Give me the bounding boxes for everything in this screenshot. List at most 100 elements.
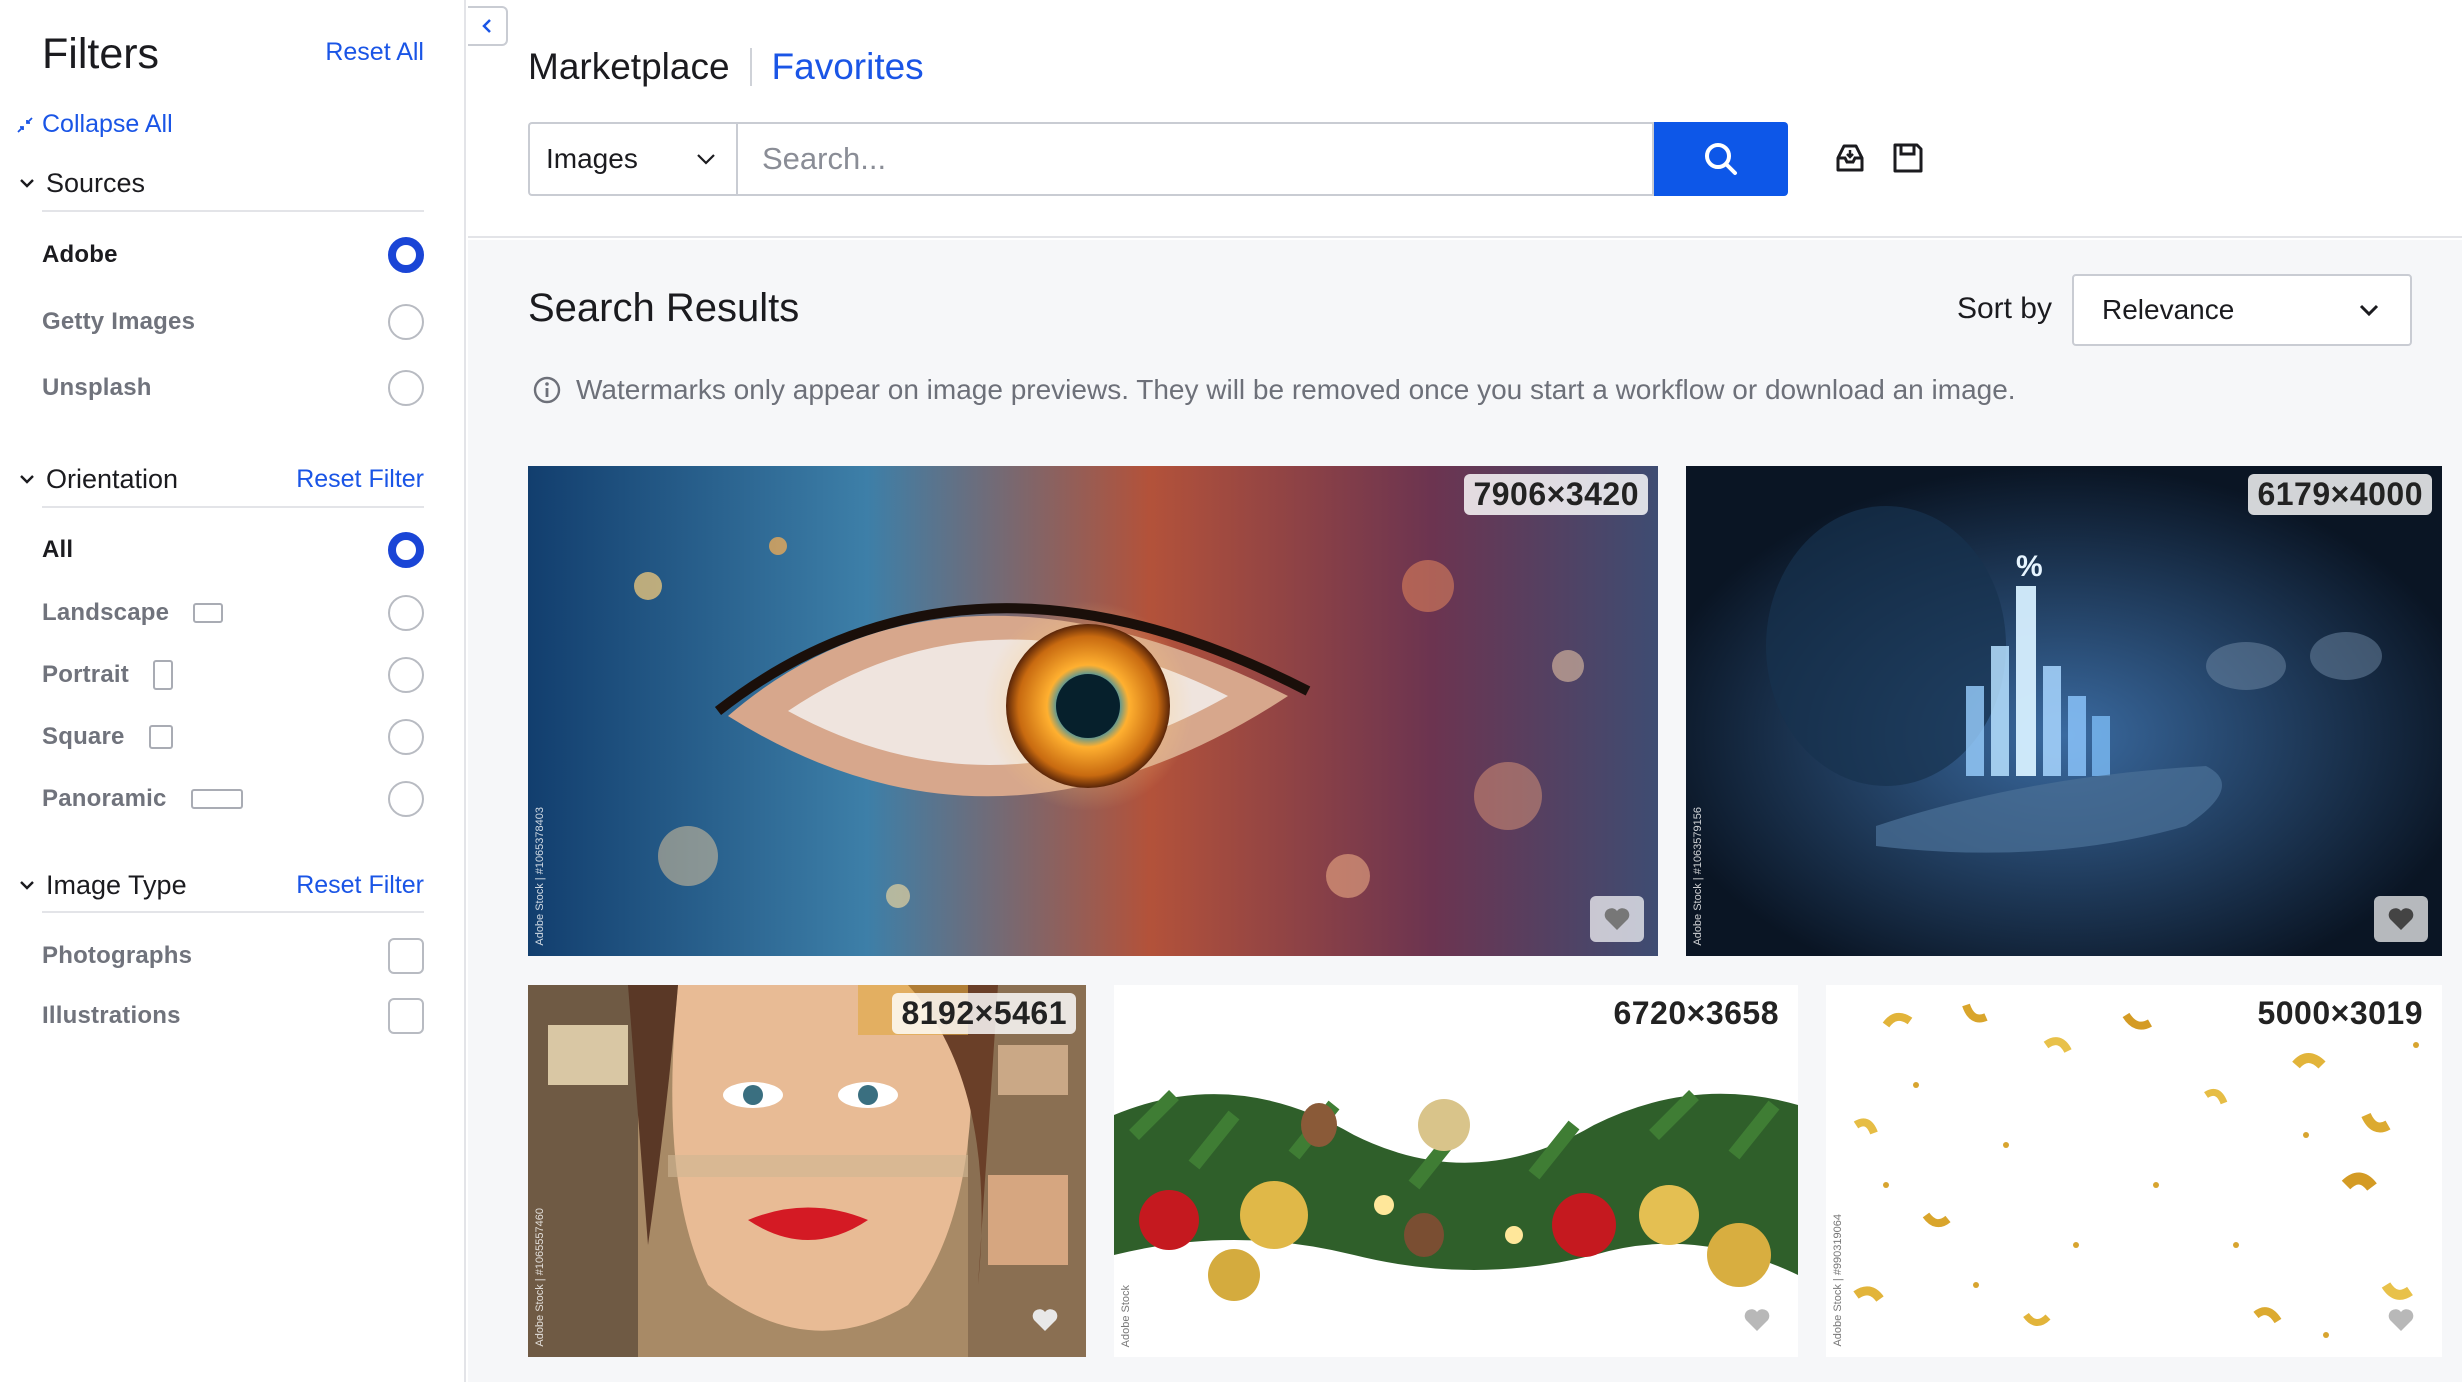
sort-select[interactable]: Relevance (2072, 274, 2412, 346)
source-label: Unsplash (42, 374, 152, 401)
breadcrumb-separator (749, 48, 752, 86)
landscape-shape-icon (193, 603, 224, 623)
radio-button[interactable] (388, 781, 424, 817)
checkbox[interactable] (388, 998, 424, 1034)
source-option-unsplash[interactable]: Unsplash (42, 368, 424, 408)
results-title: Search Results (528, 286, 800, 330)
orientation-option-label: Panoramic (42, 785, 167, 812)
divider (42, 210, 424, 212)
search-input[interactable] (736, 122, 1654, 196)
favorite-button[interactable] (1730, 1297, 1784, 1343)
radio-button[interactable] (388, 595, 424, 631)
christmas-garland-image (1114, 985, 1798, 1357)
orientation-section-header[interactable]: Orientation Reset Filter (16, 459, 424, 499)
checkbox[interactable] (388, 938, 424, 974)
watermark-notice-text: Watermarks only appear on image previews… (576, 374, 2016, 405)
portrait-shape-icon (152, 660, 173, 690)
heart-icon (1604, 908, 1630, 930)
result-image-tile[interactable]: Adobe Stock | #990319064 5000×3019 (1826, 985, 2442, 1357)
source-label: Adobe (42, 241, 118, 268)
divider (42, 911, 424, 913)
collage-face-image (528, 985, 1086, 1357)
search-icon (1705, 143, 1737, 175)
search-button[interactable] (1654, 122, 1788, 196)
watermark-text: Adobe Stock | #1065557460 (534, 1208, 546, 1347)
favorite-button[interactable] (1018, 1297, 1072, 1343)
divider (42, 506, 424, 508)
orientation-option-label: Landscape (42, 599, 170, 626)
favorite-button[interactable] (2374, 1297, 2428, 1343)
radio-button[interactable] (388, 370, 424, 406)
main-content: Marketplace Favorites Images Search... S… (468, 0, 2462, 1382)
orientation-option-panoramic[interactable]: Panoramic (42, 779, 424, 819)
radio-button[interactable] (388, 304, 424, 340)
radio-button[interactable] (388, 532, 424, 568)
image-dimensions: 7906×3420 (1464, 474, 1648, 515)
info-icon (533, 376, 561, 404)
chevron-down-icon (20, 179, 34, 188)
search-bar: Images (528, 122, 1788, 196)
image-type-reset-filter[interactable]: Reset Filter (296, 871, 424, 900)
orientation-option-portrait[interactable]: Portrait (42, 655, 424, 695)
gold-confetti-image (1826, 985, 2442, 1357)
heart-icon (1032, 1309, 1058, 1331)
orientation-option-label: All (42, 536, 74, 563)
result-image-tile[interactable]: Adobe Stock | #1065557460 8192×5461 (528, 985, 1086, 1357)
sources-label: Sources (46, 167, 146, 198)
collapse-all-label: Collapse All (42, 110, 173, 138)
chevron-down-icon (697, 154, 715, 165)
orientation-option-all[interactable]: All (42, 530, 424, 570)
orientation-option-landscape[interactable]: Landscape (42, 593, 424, 633)
chevron-down-icon (20, 475, 34, 484)
radio-button[interactable] (388, 719, 424, 755)
heart-icon (2388, 1309, 2414, 1331)
filters-sidebar: Filters Reset All Collapse All Sources A… (0, 0, 466, 1382)
square-shape-icon (148, 725, 173, 749)
top-header: Marketplace Favorites Images (468, 0, 2462, 238)
orientation-reset-filter[interactable]: Reset Filter (296, 465, 424, 494)
source-option-getty[interactable]: Getty Images (42, 302, 424, 342)
sources-section-header[interactable]: Sources (16, 163, 424, 203)
collapse-all-button[interactable]: Collapse All (16, 110, 173, 139)
tab-favorites[interactable]: Favorites (772, 46, 924, 88)
save-icon[interactable] (1888, 138, 1928, 178)
heart-icon (1744, 1309, 1770, 1331)
sort-label: Sort by (1956, 292, 2052, 325)
filters-title: Filters (42, 30, 160, 78)
reset-all-link[interactable]: Reset All (325, 38, 424, 67)
favorite-button[interactable] (1590, 896, 1644, 942)
orientation-option-label: Portrait (42, 661, 129, 688)
image-type-option-photographs[interactable]: Photographs (42, 936, 424, 976)
svg-text:%: % (2016, 550, 2043, 583)
result-image-tile[interactable]: % Adobe Stock | #1063579156 6179×4000 (1686, 466, 2442, 956)
orientation-option-label: Square (42, 723, 125, 750)
chart-hand-image: % (1686, 466, 2442, 956)
content-type-select[interactable]: Images (528, 122, 736, 196)
eye-image (528, 466, 1658, 956)
watermark-text: Adobe Stock | #990319064 (1832, 1214, 1844, 1347)
orientation-option-square[interactable]: Square (42, 717, 424, 757)
result-image-tile[interactable]: Adobe Stock 6720×3658 (1114, 985, 1798, 1357)
archive-icon[interactable] (1830, 138, 1870, 178)
panoramic-shape-icon (190, 789, 243, 809)
watermark-text: Adobe Stock | #1065378403 (534, 807, 546, 946)
image-type-section-header[interactable]: Image Type Reset Filter (16, 865, 424, 905)
watermark-text: Adobe Stock (1120, 1284, 1132, 1347)
image-dimensions: 5000×3019 (2257, 995, 2423, 1031)
image-type-option-label: Illustrations (42, 1002, 181, 1029)
source-option-adobe[interactable]: Adobe (42, 235, 424, 275)
result-image-tile[interactable]: Adobe Stock | #1065378403 7906×3420 (528, 466, 1658, 956)
breadcrumb: Marketplace Favorites (528, 46, 924, 88)
image-dimensions: 8192×5461 (892, 993, 1076, 1034)
image-type-option-label: Photographs (42, 942, 193, 969)
source-label: Getty Images (42, 308, 196, 335)
collapse-sidebar-button[interactable] (468, 6, 508, 46)
radio-button[interactable] (388, 657, 424, 693)
results-section: Search Results Sort by Relevance Waterma… (468, 240, 2462, 1382)
tab-marketplace[interactable]: Marketplace (528, 46, 730, 88)
image-dimensions: 6720×3658 (1613, 995, 1779, 1031)
favorite-button[interactable] (2374, 896, 2428, 942)
chevron-down-icon (2359, 304, 2379, 317)
image-type-option-illustrations[interactable]: Illustrations (42, 996, 424, 1036)
radio-button[interactable] (388, 237, 424, 273)
